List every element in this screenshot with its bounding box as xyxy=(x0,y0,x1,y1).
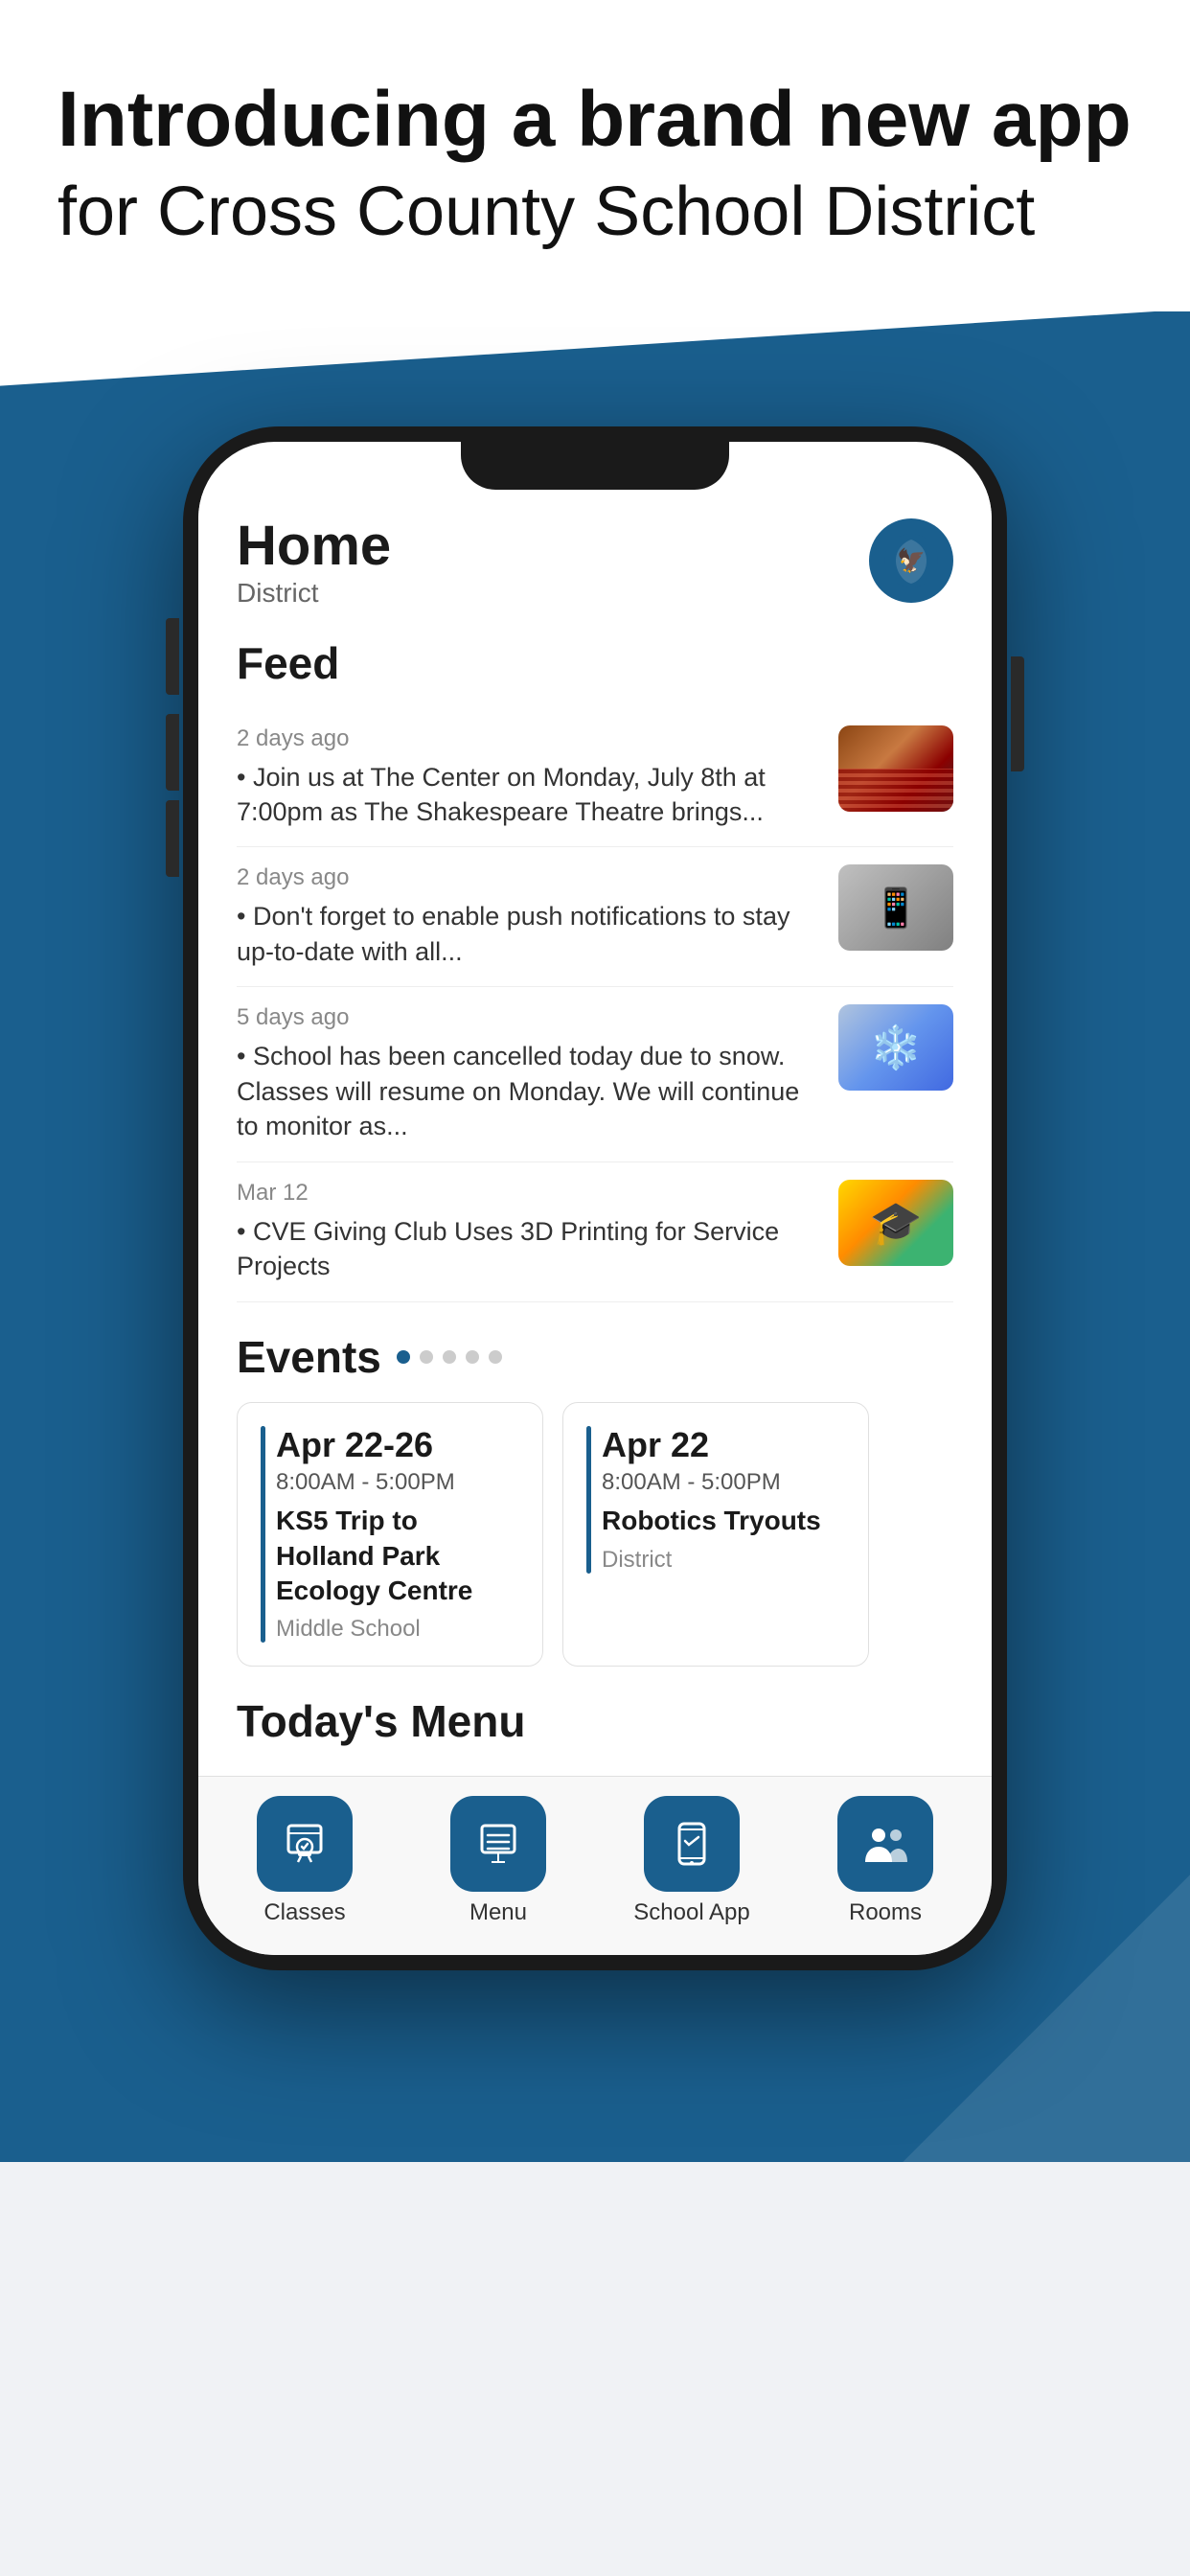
school-app-icon xyxy=(668,1820,716,1868)
headline: Introducing a brand new app xyxy=(57,77,1133,163)
dot-indicators xyxy=(397,1350,502,1364)
title-group: Home District xyxy=(237,518,391,609)
feed-item[interactable]: 5 days ago • School has been cancelled t… xyxy=(237,987,953,1162)
phone-notch xyxy=(461,442,729,490)
phone-screen: Home District 🦅 xyxy=(198,442,992,1956)
phone-image xyxy=(838,864,953,951)
feed-image-theatre xyxy=(838,725,953,812)
event-card-inner: Apr 22-26 8:00AM - 5:00PM KS5 Trip to Ho… xyxy=(261,1426,519,1644)
svg-text:🦅: 🦅 xyxy=(897,546,926,574)
screen-header: Home District 🦅 xyxy=(237,518,953,609)
menu-icon-box xyxy=(450,1796,546,1892)
feed-image-students xyxy=(838,1180,953,1266)
event-time: 8:00AM - 5:00PM xyxy=(602,1469,845,1496)
event-card[interactable]: Apr 22 8:00AM - 5:00PM Robotics Tryouts … xyxy=(562,1402,869,1668)
feed-description: • School has been cancelled today due to… xyxy=(237,1039,819,1143)
subheadline: for Cross County School District xyxy=(57,171,1133,253)
event-time: 8:00AM - 5:00PM xyxy=(276,1469,519,1496)
feed-time: 2 days ago xyxy=(237,725,819,752)
feed-item[interactable]: Mar 12 • CVE Giving Club Uses 3D Printin… xyxy=(237,1162,953,1302)
feed-image-snow xyxy=(838,1004,953,1091)
bottom-nav: Classes xyxy=(198,1776,992,1955)
nav-item-classes[interactable]: Classes xyxy=(208,1796,401,1926)
diagonal-decoration xyxy=(0,310,1190,386)
screen-subtitle: District xyxy=(237,578,391,609)
feed-text: 5 days ago • School has been cancelled t… xyxy=(237,1004,819,1143)
school-app-label: School App xyxy=(633,1899,749,1926)
feed-text: 2 days ago • Don't forget to enable push… xyxy=(237,864,819,969)
classes-icon xyxy=(281,1820,329,1868)
event-location: Middle School xyxy=(276,1616,519,1643)
event-card-inner: Apr 22 8:00AM - 5:00PM Robotics Tryouts … xyxy=(586,1426,845,1574)
menu-label: Menu xyxy=(469,1899,527,1926)
event-accent-bar xyxy=(586,1426,591,1574)
feed-description: • CVE Giving Club Uses 3D Printing for S… xyxy=(237,1214,819,1284)
event-accent-bar xyxy=(261,1426,265,1644)
rooms-label: Rooms xyxy=(849,1899,922,1926)
blue-bottom-section: Home District 🦅 xyxy=(0,311,1190,2163)
feed-time: 5 days ago xyxy=(237,1004,819,1031)
event-date: Apr 22 xyxy=(602,1426,845,1464)
event-date: Apr 22-26 xyxy=(276,1426,519,1464)
event-card[interactable]: Apr 22-26 8:00AM - 5:00PM KS5 Trip to Ho… xyxy=(237,1402,543,1668)
event-name: Robotics Tryouts xyxy=(602,1504,845,1538)
eagle-icon: 🦅 xyxy=(882,532,940,589)
feed-description: • Don't forget to enable push notificati… xyxy=(237,899,819,969)
events-header: Events xyxy=(237,1331,953,1383)
school-app-icon-box xyxy=(644,1796,740,1892)
feed-time: Mar 12 xyxy=(237,1180,819,1207)
top-section: Introducing a brand new app for Cross Co… xyxy=(0,0,1190,311)
dot-inactive[interactable] xyxy=(420,1350,433,1364)
feed-text: Mar 12 • CVE Giving Club Uses 3D Printin… xyxy=(237,1180,819,1284)
feed-item[interactable]: 2 days ago • Don't forget to enable push… xyxy=(237,847,953,987)
classes-icon-box xyxy=(257,1796,353,1892)
phone-wrapper: Home District 🦅 xyxy=(68,388,1122,1971)
nav-item-menu[interactable]: Menu xyxy=(401,1796,595,1926)
nav-item-school-app[interactable]: School App xyxy=(595,1796,789,1926)
rooms-icon xyxy=(861,1820,909,1868)
feed-description: • Join us at The Center on Monday, July … xyxy=(237,760,819,830)
snow-image xyxy=(838,1004,953,1091)
rooms-icon-box xyxy=(837,1796,933,1892)
dot-active[interactable] xyxy=(397,1350,410,1364)
dot-inactive[interactable] xyxy=(466,1350,479,1364)
phone-frame: Home District 🦅 xyxy=(183,426,1007,1971)
nav-item-rooms[interactable]: Rooms xyxy=(789,1796,982,1926)
feed-text: 2 days ago • Join us at The Center on Mo… xyxy=(237,725,819,830)
feed-item[interactable]: 2 days ago • Join us at The Center on Mo… xyxy=(237,708,953,848)
screen-content: Home District 🦅 xyxy=(198,490,992,1777)
menu-icon xyxy=(474,1820,522,1868)
theatre-image xyxy=(838,725,953,812)
menu-section: Today's Menu xyxy=(237,1695,953,1776)
feed-image-phone xyxy=(838,864,953,951)
district-logo[interactable]: 🦅 xyxy=(869,518,953,603)
event-name: KS5 Trip to Holland Park Ecology Centre xyxy=(276,1504,519,1608)
classes-label: Classes xyxy=(263,1899,345,1926)
feed-section-title: Feed xyxy=(237,637,953,689)
dot-inactive[interactable] xyxy=(489,1350,502,1364)
events-scroll: Apr 22-26 8:00AM - 5:00PM KS5 Trip to Ho… xyxy=(237,1402,953,1668)
dot-inactive[interactable] xyxy=(443,1350,456,1364)
feed-time: 2 days ago xyxy=(237,864,819,891)
students-image xyxy=(838,1180,953,1266)
events-section-title: Events xyxy=(237,1331,381,1383)
menu-section-title: Today's Menu xyxy=(237,1695,953,1747)
event-location: District xyxy=(602,1547,845,1574)
screen-title: Home xyxy=(237,518,391,574)
